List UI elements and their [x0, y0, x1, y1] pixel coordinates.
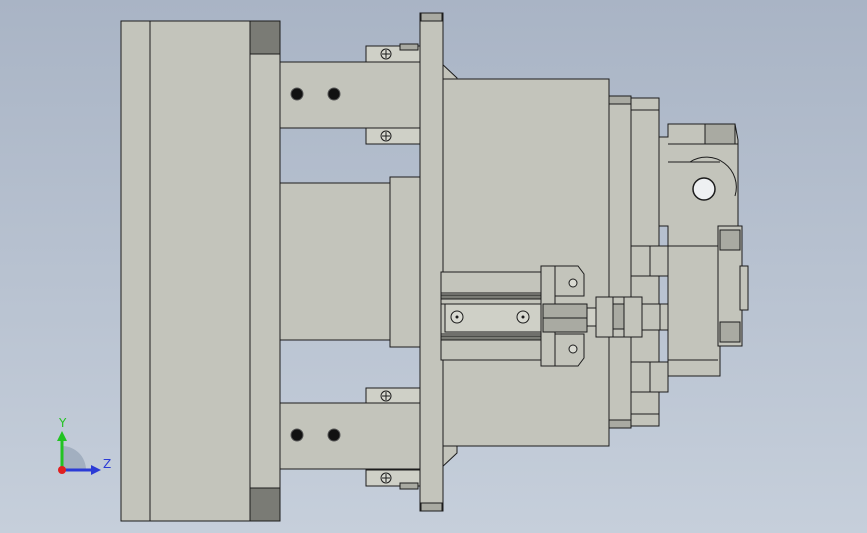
pin-bore — [692, 177, 716, 201]
slide-block — [540, 265, 588, 367]
cylinder-body — [279, 176, 421, 348]
z-axis-label: Z — [103, 457, 111, 471]
y-axis-arrow-icon — [57, 431, 67, 441]
rear-housing — [442, 78, 660, 447]
screw-icon — [380, 472, 392, 484]
screw-icon — [380, 130, 392, 142]
y-axis-label: Y — [58, 416, 67, 430]
base-plate — [120, 20, 281, 522]
x-axis-dot-icon — [58, 466, 66, 474]
screw-icon — [380, 48, 392, 60]
cad-viewport[interactable]: Y Z — [0, 0, 867, 533]
z-axis-arrow-icon — [91, 465, 101, 475]
mounting-plate — [419, 12, 444, 512]
bolt-hole — [327, 87, 341, 101]
screw-icon — [380, 390, 392, 402]
bolt-hole — [327, 428, 341, 442]
assembly-drawing: Y Z — [57, 12, 749, 522]
guide-rail — [440, 271, 544, 361]
coordinate-triad: Y Z — [57, 416, 111, 475]
bolt-hole — [290, 87, 304, 101]
bolt-hole — [290, 428, 304, 442]
